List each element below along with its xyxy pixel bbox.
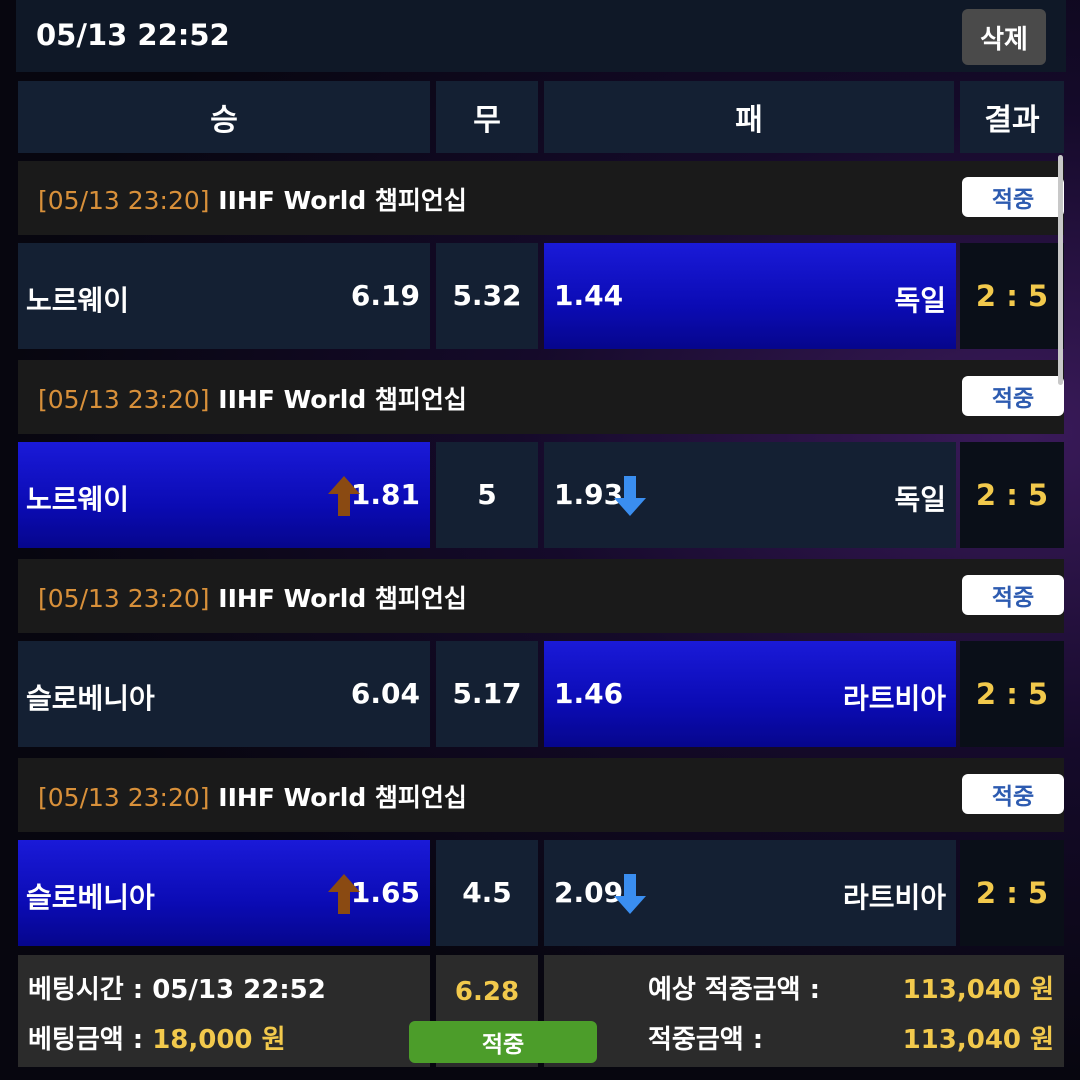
home-odds: 6.19 [350,279,420,312]
draw-odds-cell[interactable]: 4.5 [436,840,538,946]
status-badge: 적중 [962,575,1064,615]
away-team: 라트비아 [842,881,946,914]
league-text: [05/13 23:20] IIHF World 챔피언십 [38,778,467,814]
result-cell: 2 : 5 [960,840,1064,946]
bet-time-row: 베팅시간 : 05/13 22:52 [28,969,326,1006]
home-odds-cell[interactable]: 노르웨이 1.81 [18,442,430,548]
draw-odds-cell[interactable]: 5 [436,442,538,548]
match-datetime: [05/13 23:20] [38,186,210,215]
match-score: 2 : 5 [975,677,1049,711]
away-team: 독일 [894,483,946,516]
column-header-result: 결과 [960,81,1064,153]
result-cell: 2 : 5 [960,641,1064,747]
home-odds-cell[interactable]: 슬로베니아 1.65 [18,840,430,946]
home-team: 노르웨이 [26,483,130,516]
league-row: [05/13 23:20] IIHF World 챔피언십 적중 [18,758,1064,832]
draw-odds: 4.5 [462,876,512,909]
result-cell: 2 : 5 [960,442,1064,548]
home-odds-cell[interactable]: 노르웨이 6.19 [18,243,430,349]
home-odds: 1.81 [350,478,420,511]
bet-amount-value: 18,000 원 [152,1025,286,1055]
status-badge: 적중 [962,774,1064,814]
scrollbar[interactable] [1058,155,1063,385]
match-datetime: [05/13 23:20] [38,385,210,414]
status-badge: 적중 [962,177,1064,217]
expected-payout-label: 예상 적중금액 : [648,975,821,1005]
match-score: 2 : 5 [975,478,1049,512]
bet-time-label: 베팅시간 : [28,975,153,1005]
away-odds-cell[interactable]: 2.09 라트비아 [544,840,956,946]
home-team: 노르웨이 [26,284,130,317]
home-odds: 6.04 [350,677,420,710]
draw-odds-cell[interactable]: 5.17 [436,641,538,747]
league-name: IIHF World 챔피언십 [218,783,467,812]
arrow-down-icon [614,874,646,921]
league-name: IIHF World 챔피언십 [218,385,467,414]
home-team: 슬로베니아 [26,682,155,715]
away-odds: 1.44 [554,279,624,312]
bet-time-value: 05/13 22:52 [152,975,326,1005]
delete-button[interactable]: 삭제 [962,9,1046,65]
expected-payout-value: 113,040 원 [902,975,1054,1005]
arrow-up-icon [328,874,360,921]
match-datetime: [05/13 23:20] [38,783,210,812]
league-text: [05/13 23:20] IIHF World 챔피언십 [38,380,467,416]
league-row: [05/13 23:20] IIHF World 챔피언십 적중 [18,161,1064,235]
bet-amount-label: 베팅금액 : [28,1025,153,1055]
draw-odds: 5 [477,478,497,511]
away-odds: 1.93 [554,478,624,511]
away-odds: 2.09 [554,876,624,909]
won-amount-label: 적중금액 : [648,1025,764,1055]
league-text: [05/13 23:20] IIHF World 챔피언십 [38,181,467,217]
match-score: 2 : 5 [975,876,1049,910]
arrow-down-icon [614,476,646,523]
away-odds-cell[interactable]: 1.46 라트비아 [544,641,956,747]
column-header-draw: 무 [436,81,538,153]
slip-header: 05/13 22:52 삭제 [16,0,1066,72]
league-name: IIHF World 챔피언십 [218,186,467,215]
arrow-up-icon [328,476,360,523]
league-name: IIHF World 챔피언십 [218,584,467,613]
bet-info-panel: 베팅시간 : 05/13 22:52 베팅금액 : 18,000 원 [18,955,430,1067]
away-odds-cell[interactable]: 1.93 독일 [544,442,956,548]
total-odds: 6.28 [454,977,520,1007]
draw-odds: 5.32 [452,279,522,312]
away-team: 라트비아 [842,682,946,715]
match-datetime: [05/13 23:20] [38,584,210,613]
slip-datetime: 05/13 22:52 [36,18,230,52]
away-odds-cell[interactable]: 1.44 독일 [544,243,956,349]
league-text: [05/13 23:20] IIHF World 챔피언십 [38,579,467,615]
league-row: [05/13 23:20] IIHF World 챔피언십 적중 [18,559,1064,633]
draw-odds: 5.17 [452,677,522,710]
win-status-button[interactable]: 적중 [409,1021,597,1063]
home-odds-cell[interactable]: 슬로베니아 6.04 [18,641,430,747]
payout-panel: 예상 적중금액 : 113,040 원 적중금액 : 113,040 원 [544,955,1064,1067]
away-odds: 1.46 [554,677,624,710]
column-header-win: 승 [18,81,430,153]
result-cell: 2 : 5 [960,243,1064,349]
draw-odds-cell[interactable]: 5.32 [436,243,538,349]
away-team: 독일 [894,284,946,317]
won-amount-value: 113,040 원 [902,1025,1054,1055]
league-row: [05/13 23:20] IIHF World 챔피언십 적중 [18,360,1064,434]
home-odds: 1.65 [350,876,420,909]
home-team: 슬로베니아 [26,881,155,914]
status-badge: 적중 [962,376,1064,416]
column-header-lose: 패 [544,81,954,153]
match-score: 2 : 5 [975,279,1049,313]
bet-amount-row: 베팅금액 : 18,000 원 [28,1019,286,1056]
